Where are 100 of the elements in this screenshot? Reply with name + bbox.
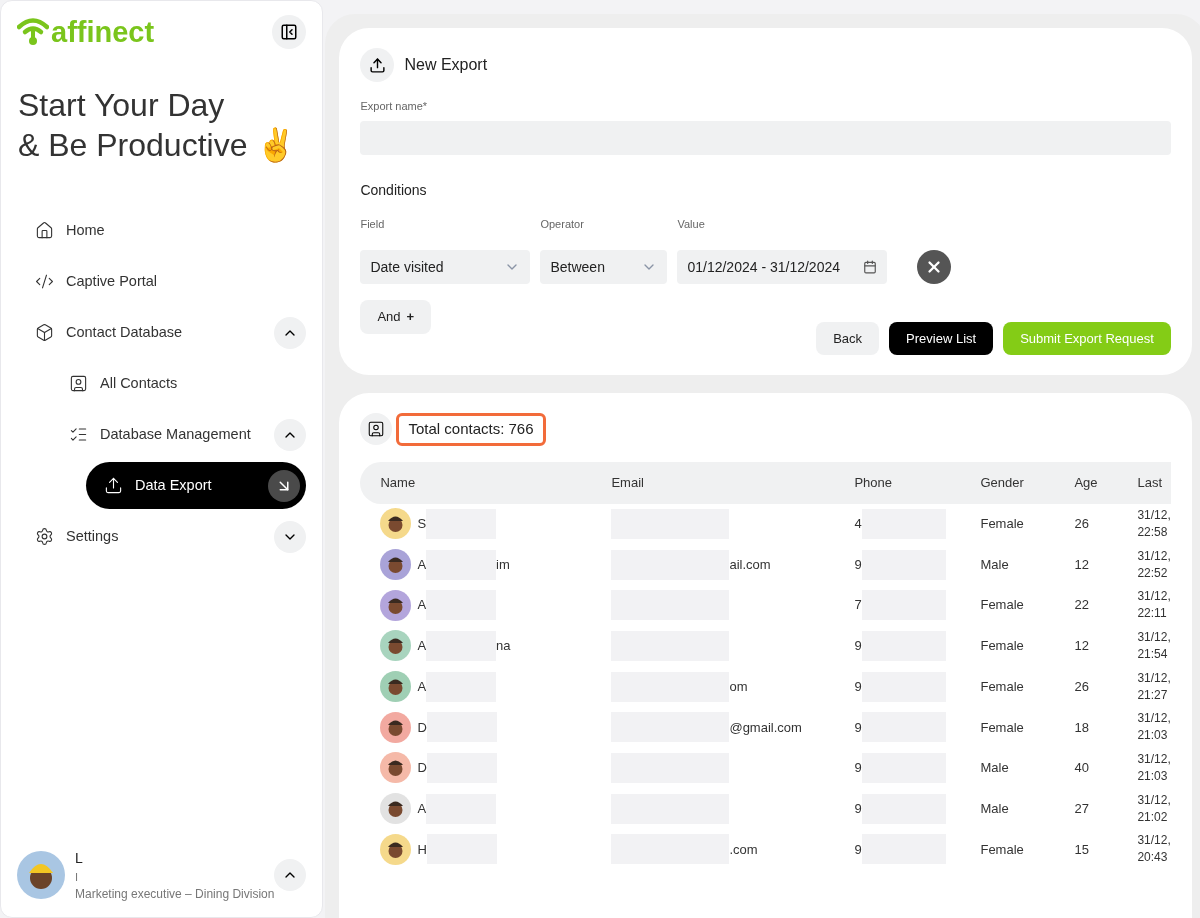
date-range-field[interactable]: 01/12/2024 - 31/12/2024 xyxy=(677,250,888,284)
remove-condition-button[interactable] xyxy=(917,250,952,284)
table-cell-text: @gmail.com xyxy=(729,718,802,737)
table-cell-text: Male xyxy=(980,555,1010,574)
column-header: Age xyxy=(1074,473,1099,492)
column-header: Name xyxy=(380,473,417,492)
contact-icon xyxy=(360,413,393,446)
table-cell-text: 21:03 xyxy=(1137,727,1169,745)
profile-toggle[interactable] xyxy=(274,859,307,892)
table-cell: 31/12, xyxy=(1137,710,1171,728)
table-cell-text: 12 xyxy=(1074,555,1090,574)
table-cell-text: 22 xyxy=(1074,596,1090,615)
nav-item[interactable]: Captive Portal xyxy=(35,258,307,305)
table-cell-text: 40 xyxy=(1074,759,1090,778)
greeting-title: & Be Productive ✌ xyxy=(18,126,298,165)
nav-item[interactable]: Home xyxy=(35,207,307,254)
action-button[interactable]: Back xyxy=(816,322,880,355)
expand-toggle[interactable] xyxy=(274,520,307,553)
nav-item[interactable]: Database Management xyxy=(69,411,271,458)
nav-item[interactable]: Data Export xyxy=(86,462,307,509)
table-cell: 31/12, xyxy=(1137,791,1171,809)
table-cell-text: D xyxy=(417,718,427,737)
table-cell-text: 26 xyxy=(1074,677,1090,696)
table-cell-text: 4 xyxy=(854,515,862,534)
column-header: Last xyxy=(1137,473,1163,492)
table-cell-text: 26 xyxy=(1074,515,1090,534)
table-cell-text: 9 xyxy=(854,718,862,737)
total-contacts: Total contacts: 766 xyxy=(396,413,546,446)
table-cell-text: 22:11 xyxy=(1137,605,1168,623)
table-cell-text: 9 xyxy=(854,637,862,656)
expand-toggle[interactable] xyxy=(274,418,307,451)
calendar-icon xyxy=(863,260,878,274)
table-cell-text: Male xyxy=(980,759,1010,778)
nav-item[interactable]: Settings xyxy=(35,513,271,560)
nav-label: Database Management xyxy=(100,424,252,444)
contact-icon xyxy=(69,374,88,393)
upload-icon xyxy=(360,48,395,82)
nav-item[interactable]: All Contacts xyxy=(69,360,307,407)
column-label: Operator xyxy=(540,216,585,232)
table-cell-text: ail.com xyxy=(729,555,771,574)
table-cell-text: A xyxy=(417,555,427,574)
section-title: Conditions xyxy=(360,180,428,200)
go-button[interactable] xyxy=(268,469,301,502)
table-cell-text: 9 xyxy=(854,799,862,818)
column-label: Field xyxy=(360,216,386,232)
list-icon xyxy=(69,425,88,444)
wifi-logo-icon xyxy=(17,18,49,46)
table-cell-text: Female xyxy=(980,515,1025,534)
column-label: Value xyxy=(677,216,705,232)
table-cell-text: A xyxy=(417,596,427,615)
table-cell-text: A xyxy=(417,677,427,696)
table-cell-text: Female xyxy=(980,840,1025,859)
table-cell-text: H xyxy=(417,840,427,859)
collapse-sidebar-button[interactable] xyxy=(272,15,307,49)
table-cell-text: .com xyxy=(729,840,758,859)
field-select[interactable]: Date visited xyxy=(360,250,531,284)
table-cell-text: A xyxy=(417,637,427,656)
table-cell-text: 15 xyxy=(1074,840,1090,859)
greeting-title: Start Your Day xyxy=(18,86,226,125)
table-cell-text: 22:52 xyxy=(1137,564,1169,582)
table-cell-text: 21:03 xyxy=(1137,767,1169,785)
table-cell-text: 7 xyxy=(854,596,862,615)
field-label: Export name* xyxy=(360,99,429,114)
table-cell-text: Female xyxy=(980,718,1025,737)
table-cell-text: 27 xyxy=(1074,799,1090,818)
table-cell-text: 18 xyxy=(1074,718,1090,737)
table-cell-text: na xyxy=(496,637,511,656)
profile-role: Marketing executive – Dining Division xyxy=(75,886,275,903)
table-cell-text: D xyxy=(417,759,427,778)
table-cell: 31/12, xyxy=(1137,547,1171,565)
table-cell-text: S xyxy=(417,515,427,534)
upload-icon xyxy=(104,476,123,495)
action-button[interactable]: Preview List xyxy=(889,322,994,355)
code-icon xyxy=(35,272,54,291)
nav-item[interactable]: Contact Database xyxy=(35,309,271,356)
table-cell-text: A xyxy=(417,799,427,818)
table-cell-text: 9 xyxy=(854,555,862,574)
column-header: Phone xyxy=(854,473,894,492)
sidebar-collapse-icon xyxy=(280,23,299,41)
settings-icon xyxy=(35,527,54,546)
table-cell-text: 21:54 xyxy=(1137,645,1169,663)
expand-toggle[interactable] xyxy=(274,316,307,349)
table-cell: 31/12, xyxy=(1137,750,1171,768)
table-cell-text: 22:58 xyxy=(1137,523,1169,541)
nav-label: Settings xyxy=(66,526,120,546)
nav-label: Home xyxy=(66,220,106,240)
table-cell: 31/12, xyxy=(1137,506,1171,524)
and-button[interactable]: And + xyxy=(360,300,432,334)
table-cell-text: 9 xyxy=(854,759,862,778)
operator-select[interactable]: Between xyxy=(540,250,668,284)
profile-detail: I xyxy=(75,869,80,885)
table-cell-text: Male xyxy=(980,799,1010,818)
table-cell-text: 9 xyxy=(854,840,862,859)
nav-label: Contact Database xyxy=(66,322,184,342)
table-cell-text: 20:43 xyxy=(1137,849,1169,867)
table-cell-text: 21:02 xyxy=(1137,808,1169,826)
table-cell-text: 9 xyxy=(854,677,862,696)
table-cell-text: Female xyxy=(980,596,1025,615)
nav-label: All Contacts xyxy=(100,373,179,393)
card-title: New Export xyxy=(404,55,488,75)
